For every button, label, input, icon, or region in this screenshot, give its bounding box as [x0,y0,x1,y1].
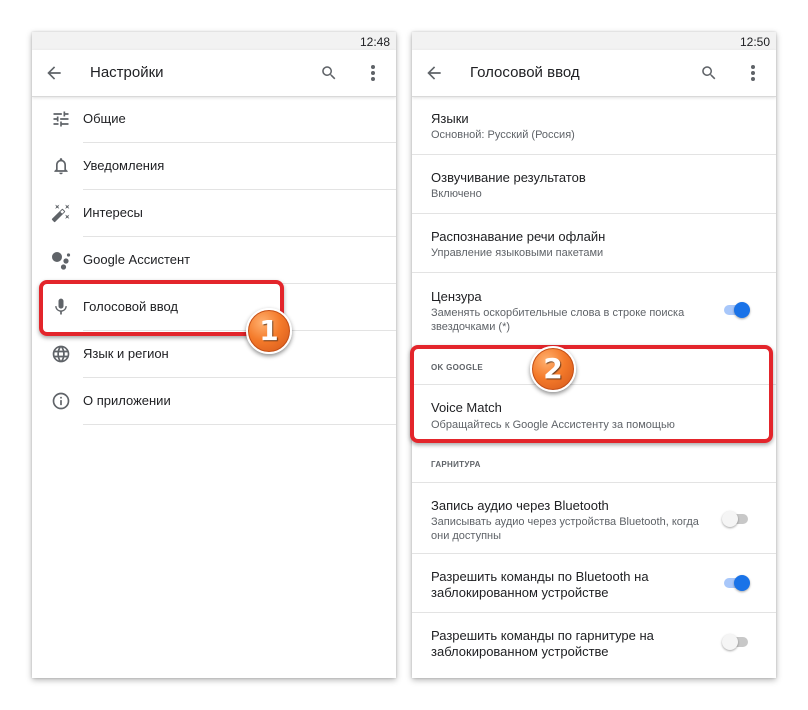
pref-subtitle: Основной: Русский (Россия) [431,129,575,141]
pref-subtitle: Записывать аудио через устройства Blueto… [431,516,699,542]
pref-bluetooth-locked[interactable]: Разрешить команды по Bluetooth на заблок… [412,554,776,613]
status-bar: 12:48 [32,32,396,50]
step-badge-1: 1 [246,308,292,354]
page-title: Голосовой ввод [470,64,580,81]
back-arrow-icon[interactable] [44,63,64,83]
pref-title: Распознавание речи офлайн [431,229,606,244]
magic-wand-icon [51,203,71,223]
toggle-thumb [722,511,738,527]
menu-item-label: Интересы [83,205,143,220]
menu-item-google-assistant[interactable]: Google Ассистент [32,237,396,284]
menu-item-label: О приложении [83,393,171,408]
back-arrow-icon[interactable] [424,63,444,83]
menu-item-about[interactable]: О приложении [32,378,396,425]
more-vert-icon[interactable] [368,63,378,83]
bell-icon [51,156,71,176]
status-time: 12:48 [359,35,390,49]
menu-item-interests[interactable]: Интересы [32,190,396,237]
assistant-icon [51,250,71,270]
pref-offline-speech[interactable]: Распознавание речи офлайн Управление язы… [412,214,776,273]
toggle-thumb [734,302,750,318]
section-header-headset: ГАРНИТУРА [431,460,481,469]
step-badge-2: 2 [530,346,576,392]
app-bar: Голосовой ввод [412,50,776,97]
menu-item-label: Общие [83,111,126,126]
pref-bluetooth-audio[interactable]: Запись аудио через Bluetooth Записывать … [412,483,776,554]
status-time: 12:50 [739,35,770,49]
more-vert-icon[interactable] [748,63,758,83]
pref-title: Языки [431,111,469,126]
menu-item-language-region[interactable]: Язык и регион [32,331,396,378]
menu-item-label: Google Ассистент [83,252,191,267]
highlight-voice-match [410,345,773,443]
pref-speech-output[interactable]: Озвучивание результатов Включено [412,155,776,214]
bluetooth-audio-toggle[interactable] [722,510,750,528]
tune-icon [51,109,71,129]
pref-title: Озвучивание результатов [431,170,586,185]
pref-title: Разрешить команды по гарнитуре на заблок… [431,628,654,659]
toggle-thumb [722,634,738,650]
settings-screen: 12:48 Настройки Общие Уведомления Интере… [32,32,396,678]
menu-item-notifications[interactable]: Уведомления [32,143,396,190]
pref-title: Цензура [431,289,482,304]
menu-item-label: Язык и регион [83,346,169,361]
search-icon[interactable] [320,64,338,82]
headset-locked-toggle[interactable] [722,633,750,651]
page-title: Настройки [90,64,164,81]
app-bar: Настройки [32,50,396,97]
pref-subtitle: Заменять оскорбительные слова в строке п… [431,307,685,333]
censorship-toggle[interactable] [722,301,750,319]
pref-censorship[interactable]: Цензура Заменять оскорбительные слова в … [412,273,776,349]
globe-icon [51,344,71,364]
menu-item-general[interactable]: Общие [32,96,396,143]
status-bar: 12:50 [412,32,776,50]
search-icon[interactable] [700,64,718,82]
pref-title: Запись аудио через Bluetooth [431,498,609,513]
pref-title: Разрешить команды по Bluetooth на заблок… [431,569,649,600]
pref-subtitle: Управление языковыми пакетами [431,247,604,259]
bluetooth-locked-toggle[interactable] [722,574,750,592]
pref-subtitle: Включено [431,188,482,200]
menu-item-label: Уведомления [83,158,165,173]
toggle-thumb [734,575,750,591]
divider [83,424,396,425]
pref-languages[interactable]: Языки Основной: Русский (Россия) [412,96,776,155]
info-icon [51,391,71,411]
pref-headset-locked[interactable]: Разрешить команды по гарнитуре на заблок… [412,613,776,678]
